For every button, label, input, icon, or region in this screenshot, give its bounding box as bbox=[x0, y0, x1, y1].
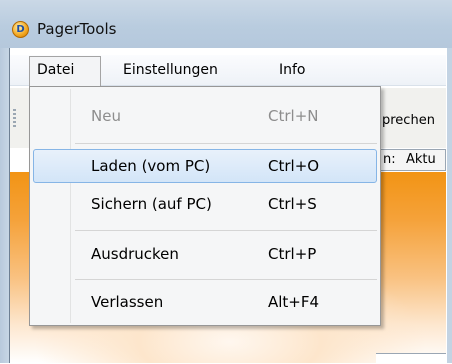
menu-item-neu[interactable]: Neu Ctrl+N bbox=[30, 99, 380, 133]
menu-item-shortcut: Ctrl+S bbox=[268, 195, 317, 213]
toolbar-aktu-partial[interactable]: Aktu bbox=[406, 152, 436, 167]
menu-item-label: Neu bbox=[91, 107, 121, 125]
toolbar-grip[interactable] bbox=[13, 109, 16, 127]
app-icon-letter: D bbox=[16, 24, 25, 35]
menu-info[interactable]: Info bbox=[279, 62, 306, 78]
menu-item-shortcut: Ctrl+O bbox=[268, 157, 320, 175]
title-bar: D PagerTools bbox=[0, 0, 452, 48]
bottom-field[interactable] bbox=[376, 353, 446, 364]
menu-item-label: Sichern (auf PC) bbox=[91, 195, 212, 213]
menu-item-shortcut: Alt+F4 bbox=[268, 293, 320, 311]
menu-separator bbox=[75, 230, 377, 231]
menu-item-shortcut: Ctrl+N bbox=[268, 107, 319, 125]
menu-item-label: Ausdrucken bbox=[91, 245, 179, 263]
menu-item-verlassen[interactable]: Verlassen Alt+F4 bbox=[30, 285, 380, 319]
menu-item-shortcut: Ctrl+P bbox=[268, 245, 317, 263]
menu-item-label: Laden (vom PC) bbox=[91, 157, 211, 175]
menu-item-sichern[interactable]: Sichern (auf PC) Ctrl+S bbox=[30, 187, 380, 221]
toolbar-text-partial[interactable]: prechen bbox=[382, 113, 435, 128]
window-title: PagerTools bbox=[37, 20, 117, 38]
menu-item-laden[interactable]: Laden (vom PC) Ctrl+O bbox=[33, 149, 377, 183]
app-icon[interactable]: D bbox=[12, 21, 29, 38]
menu-item-label: Verlassen bbox=[91, 293, 164, 311]
datei-dropdown-menu: Neu Ctrl+N Laden (vom PC) Ctrl+O Sichern… bbox=[29, 86, 381, 326]
menu-einstellungen[interactable]: Einstellungen bbox=[123, 62, 218, 78]
menu-separator bbox=[75, 143, 377, 144]
menu-item-ausdrucken[interactable]: Ausdrucken Ctrl+P bbox=[30, 237, 380, 271]
menu-datei[interactable]: Datei bbox=[37, 62, 74, 78]
window-frame-left bbox=[0, 48, 9, 363]
toolbar-label-partial: n: bbox=[383, 152, 396, 167]
menu-separator bbox=[75, 279, 377, 280]
